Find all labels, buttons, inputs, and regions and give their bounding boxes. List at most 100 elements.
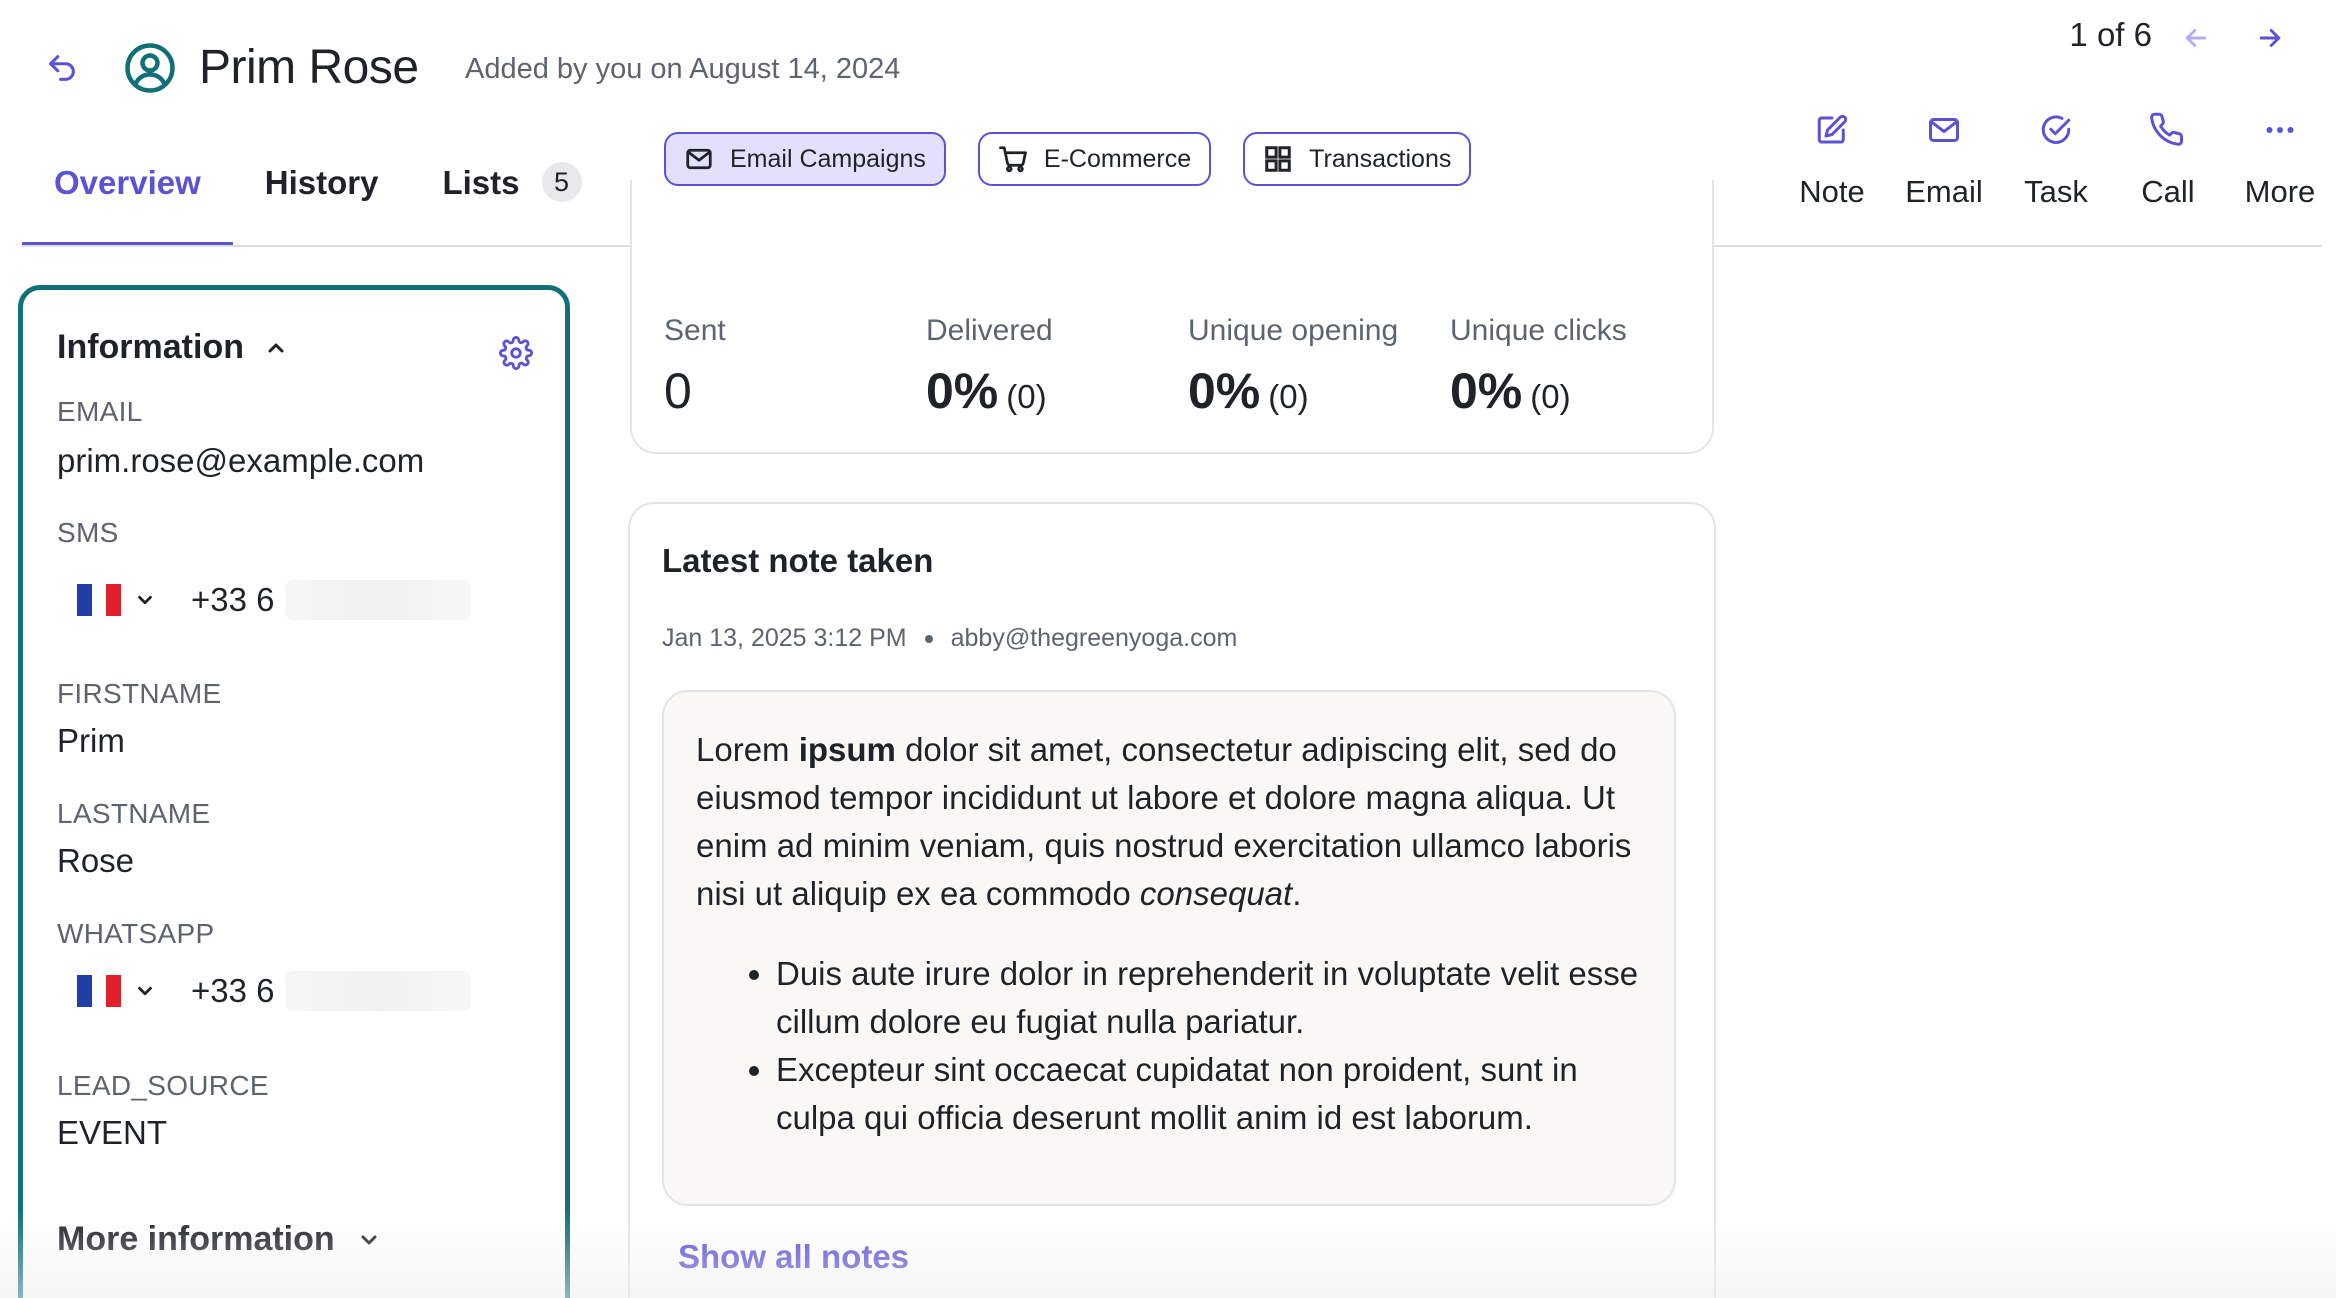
action-label: Email (1905, 174, 1983, 209)
action-label: More (2244, 174, 2316, 209)
note-bullet-list: Duis aute irure dolor in reprehenderit i… (696, 950, 1642, 1142)
stat-percent: 0% (926, 363, 999, 419)
information-settings-button[interactable] (497, 334, 535, 372)
stat-label: Unique opening (1188, 314, 1399, 347)
action-toolbar: Note Email Task Call More (1776, 110, 2336, 210)
stat-number: 0 (664, 363, 692, 419)
action-label: Note (1799, 174, 1865, 209)
chevron-down-icon (138, 595, 152, 605)
list-item: Duis aute irure dolor in reprehenderit i… (776, 950, 1642, 1046)
lastname-label: LASTNAME (57, 798, 211, 829)
chip-label: Transactions (1309, 144, 1452, 173)
tab-lists[interactable]: Lists 5 (410, 150, 613, 246)
contact-name: Prim Rose (199, 41, 419, 94)
envelope-icon (686, 148, 712, 170)
phone-icon (2150, 112, 2184, 146)
note-content-box[interactable]: Lorem ipsum dolor sit amet, consectetur … (662, 690, 1676, 1206)
edit-note-icon (1817, 114, 1848, 144)
more-information-toggle[interactable]: More information (57, 1220, 383, 1259)
email-label: EMAIL (57, 396, 143, 427)
note-text: . (1292, 875, 1302, 912)
email-action-button[interactable]: Email (1888, 110, 2000, 210)
note-bold-text: ipsum (798, 731, 896, 768)
redacted-phone-number (284, 580, 471, 620)
list-item: Excepteur sint occaecat cupidatat non pr… (776, 1046, 1642, 1142)
show-all-notes-link[interactable]: Show all notes (678, 1238, 909, 1276)
stat-unique-opening: Unique opening 0% (0) (1188, 314, 1398, 420)
stat-label: Delivered (926, 314, 1053, 347)
cart-icon (999, 146, 1027, 173)
grid-icon (1265, 146, 1291, 172)
task-action-button[interactable]: Task (2000, 110, 2112, 210)
stat-value: 0 (664, 362, 726, 420)
sms-label: SMS (57, 517, 119, 548)
more-action-button[interactable]: More (2224, 110, 2336, 210)
note-action-button[interactable]: Note (1776, 110, 1888, 210)
note-card-title: Latest note taken (662, 542, 934, 579)
pager-text: 1 of 6 (2069, 16, 2152, 53)
stat-label: Sent (664, 314, 726, 347)
stat-sent: Sent 0 (664, 314, 726, 420)
next-contact-button[interactable] (2248, 16, 2292, 60)
separator-dot (924, 634, 933, 643)
lead-source-label: LEAD_SOURCE (57, 1070, 269, 1101)
check-circle-icon (2041, 115, 2071, 144)
lists-count-badge: 5 (541, 162, 582, 202)
note-text: Lorem (696, 731, 799, 768)
redacted-phone-number (284, 971, 471, 1011)
information-title: Information (57, 328, 244, 366)
more-dots-icon (2266, 127, 2294, 133)
chevron-up-icon (268, 343, 284, 352)
undo-arrow-icon (49, 55, 75, 81)
stat-unique-clicks: Unique clicks 0% (0) (1450, 314, 1627, 420)
stat-value: 0% (0) (1188, 362, 1398, 420)
user-circle-icon (125, 43, 175, 93)
tab-overview[interactable]: Overview (22, 150, 233, 246)
whatsapp-phone-prefix: +33 6 (191, 972, 275, 1009)
tab-label: Lists (442, 164, 520, 201)
chip-e-commerce[interactable]: E-Commerce (977, 132, 1212, 186)
collapse-information-button[interactable] (262, 334, 290, 362)
france-flag-icon (77, 584, 122, 616)
note-italic-text: consequat (1139, 875, 1293, 912)
country-dropdown-button[interactable] (133, 979, 157, 1003)
note-meta: Jan 13, 2025 3:12 PM abby@thegreenyoga.c… (662, 624, 1237, 653)
stat-count: (0) (1006, 378, 1047, 415)
chevron-down-icon (361, 1235, 377, 1244)
whatsapp-phone-field[interactable]: +33 6 (77, 971, 471, 1011)
stat-delivered: Delivered 0% (0) (926, 314, 1053, 420)
chip-label: E-Commerce (1043, 144, 1192, 173)
tab-label: Overview (54, 164, 201, 201)
firstname-label: FIRSTNAME (57, 678, 222, 709)
tab-history[interactable]: History (233, 150, 411, 246)
avatar (124, 42, 176, 94)
action-label: Task (2024, 174, 2088, 209)
action-label: Call (2141, 174, 2195, 209)
arrow-left-icon (2185, 29, 2207, 47)
firstname-value[interactable]: Prim (57, 722, 125, 760)
information-panel: Information EMAIL prim.rose@example.com … (18, 285, 570, 1298)
lead-source-value[interactable]: EVENT (57, 1114, 167, 1152)
chip-transactions[interactable]: Transactions (1243, 132, 1472, 186)
more-information-title: More information (57, 1220, 335, 1258)
chip-email-campaigns[interactable]: Email Campaigns (664, 132, 946, 186)
tab-label: History (264, 164, 379, 201)
country-dropdown-button[interactable] (133, 588, 157, 612)
email-value[interactable]: prim.rose@example.com (57, 442, 424, 480)
latest-note-card: Latest note taken Jan 13, 2025 3:12 PM a… (628, 502, 1716, 1298)
tab-bar: Overview History Lists 5 (22, 150, 614, 246)
note-author: abby@thegreenyoga.com (950, 624, 1238, 652)
stat-count: (0) (1268, 378, 1309, 415)
lastname-value[interactable]: Rose (57, 842, 134, 880)
envelope-icon (1929, 118, 1959, 142)
back-button[interactable] (44, 50, 80, 86)
stat-label: Unique clicks (1450, 314, 1627, 347)
arrow-right-icon (2259, 29, 2281, 47)
sms-phone-field[interactable]: +33 6 (77, 580, 471, 620)
previous-contact-button[interactable] (2174, 16, 2218, 60)
stat-count: (0) (1530, 378, 1571, 415)
call-action-button[interactable]: Call (2112, 110, 2224, 210)
campaign-stats-card: Email Campaigns E-Commerce Transactions … (630, 132, 1714, 454)
stats-category-chips: Email Campaigns E-Commerce Transactions (664, 132, 1503, 186)
whatsapp-label: WHATSAPP (57, 918, 215, 949)
